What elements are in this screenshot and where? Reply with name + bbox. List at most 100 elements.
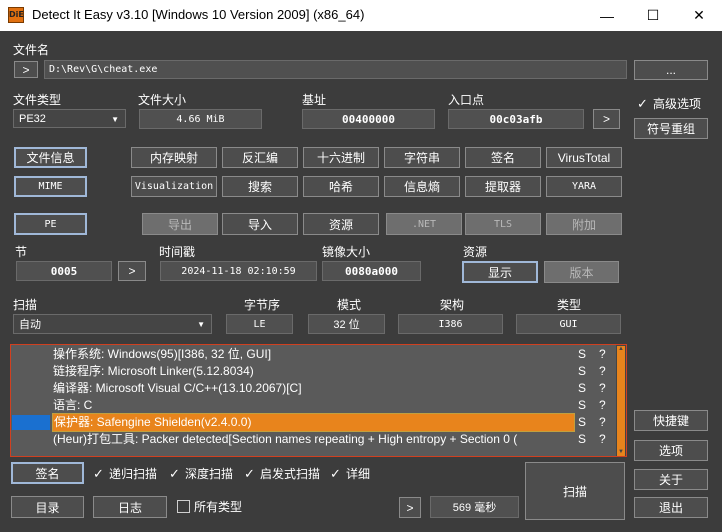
- section-go-button[interactable]: >: [118, 261, 146, 281]
- result-text: 语言: C: [53, 398, 93, 412]
- file-type-select[interactable]: PE32 ▼: [13, 109, 126, 128]
- result-info-link[interactable]: ?: [599, 431, 606, 448]
- maximize-icon[interactable]: ☐: [630, 0, 676, 31]
- resource-label: 资源: [463, 245, 488, 259]
- checkbox-empty-icon: [177, 500, 190, 513]
- heuristic-scan-checkbox[interactable]: ✓ 启发式扫描: [243, 465, 320, 482]
- result-info-link[interactable]: ?: [599, 414, 606, 431]
- scroll-thumb[interactable]: [617, 353, 625, 449]
- result-text: 保护器: Safengine Shielden(v2.4.0.0): [52, 413, 575, 432]
- type-label: 类型: [557, 298, 582, 312]
- minimize-icon[interactable]: —: [584, 0, 630, 31]
- disassembly-button[interactable]: 反汇编: [222, 147, 298, 168]
- strings-button[interactable]: 字符串: [384, 147, 460, 168]
- entry-point-field: 00c03afb: [448, 109, 584, 129]
- result-text: 链接程序: Microsoft Linker(5.12.8034): [53, 364, 254, 378]
- all-types-checkbox[interactable]: 所有类型: [177, 498, 242, 515]
- all-types-label: 所有类型: [194, 500, 243, 514]
- result-row[interactable]: 语言: C S ?: [11, 397, 626, 414]
- hex-button[interactable]: 十六进制: [303, 147, 379, 168]
- advanced-options-label: 高级选项: [653, 97, 702, 111]
- search-button[interactable]: 搜索: [222, 176, 298, 197]
- result-info-link[interactable]: ?: [599, 346, 606, 363]
- overlay-button[interactable]: 附加: [546, 213, 622, 235]
- chevron-down-icon: ▼: [111, 115, 119, 124]
- scan-mode-value: 自动: [19, 319, 41, 331]
- entry-point-go-button[interactable]: >: [593, 109, 620, 129]
- extractor-button[interactable]: 提取器: [465, 176, 541, 197]
- deep-scan-label: 深度扫描: [185, 467, 234, 481]
- mime-button[interactable]: MIME: [14, 176, 87, 197]
- result-info-link[interactable]: ?: [599, 397, 606, 414]
- signature-tool-button[interactable]: 签名: [465, 147, 541, 168]
- scan-results-list[interactable]: 操作系统: Windows(95)[I386, 32 位, GUI] S ? 链…: [10, 344, 627, 457]
- yara-button[interactable]: YARA: [546, 176, 622, 197]
- app-logo-icon: DiE: [8, 7, 24, 23]
- entropy-button[interactable]: 信息熵: [384, 176, 460, 197]
- scroll-up-icon[interactable]: ▲: [617, 346, 625, 353]
- hash-button[interactable]: 哈希: [303, 176, 379, 197]
- elapsed-time-field: 569 毫秒: [430, 496, 519, 518]
- result-info-link[interactable]: ?: [599, 380, 606, 397]
- directory-button[interactable]: 目录: [11, 496, 84, 518]
- pe-button[interactable]: PE: [14, 213, 87, 235]
- resource-show-button[interactable]: 显示: [462, 261, 538, 283]
- memory-map-button[interactable]: 内存映射: [131, 147, 217, 168]
- shortcuts-button[interactable]: 快捷键: [634, 410, 708, 431]
- scan-go-button[interactable]: >: [399, 497, 421, 518]
- recursive-scan-checkbox[interactable]: ✓ 递归扫描: [92, 465, 157, 482]
- result-signature-link[interactable]: S: [578, 397, 586, 414]
- scan-mode-select[interactable]: 自动 ▼: [13, 314, 212, 334]
- verbose-checkbox[interactable]: ✓ 详细: [329, 465, 370, 482]
- check-icon: ✓: [637, 95, 648, 111]
- about-button[interactable]: 关于: [634, 469, 708, 490]
- mode-field: 32 位: [308, 314, 385, 334]
- dotnet-button[interactable]: .NET: [386, 213, 462, 235]
- result-text: 编译器: Microsoft Visual C/C++(13.10.2067)[…: [53, 381, 302, 395]
- resources-button[interactable]: 资源: [303, 213, 379, 235]
- imports-button[interactable]: 导入: [222, 213, 298, 235]
- advanced-options-checkbox[interactable]: ✓ 高级选项: [636, 95, 701, 112]
- chevron-down-icon: ▼: [197, 320, 205, 329]
- result-signature-link[interactable]: S: [578, 363, 586, 380]
- result-signature-link[interactable]: S: [578, 346, 586, 363]
- check-icon: ✓: [330, 465, 341, 481]
- symbol-rebuild-button[interactable]: 符号重组: [634, 118, 708, 139]
- architecture-label: 架构: [440, 298, 465, 312]
- close-icon[interactable]: ✕: [676, 0, 722, 31]
- file-info-button[interactable]: 文件信息: [14, 147, 87, 168]
- browse-button[interactable]: ...: [634, 60, 708, 80]
- exports-button[interactable]: 导出: [142, 213, 218, 235]
- result-signature-link[interactable]: S: [578, 414, 586, 431]
- section-count-field: 0005: [16, 261, 112, 281]
- result-signature-link[interactable]: S: [578, 431, 586, 448]
- visualization-button[interactable]: Visualization: [131, 176, 217, 197]
- result-row[interactable]: 链接程序: Microsoft Linker(5.12.8034) S ?: [11, 363, 626, 380]
- virustotal-button[interactable]: VirusTotal: [546, 147, 622, 168]
- log-button[interactable]: 日志: [93, 496, 167, 518]
- result-text: 操作系统: Windows(95)[I386, 32 位, GUI]: [53, 347, 272, 361]
- file-size-label: 文件大小: [138, 93, 187, 107]
- scroll-down-icon[interactable]: ▼: [617, 449, 625, 456]
- mode-label: 模式: [337, 298, 362, 312]
- result-info-link[interactable]: ?: [599, 363, 606, 380]
- entry-point-label: 入口点: [448, 93, 485, 107]
- resource-version-button[interactable]: 版本: [544, 261, 619, 283]
- results-scrollbar[interactable]: ▲ ▼: [616, 345, 626, 456]
- exit-button[interactable]: 退出: [634, 497, 708, 518]
- type-field: GUI: [516, 314, 621, 334]
- file-expand-button[interactable]: >: [14, 61, 38, 78]
- result-row[interactable]: 编译器: Microsoft Visual C/C++(13.10.2067)[…: [11, 380, 626, 397]
- tls-button[interactable]: TLS: [465, 213, 541, 235]
- file-size-field: 4.66 MiB: [139, 109, 262, 129]
- file-path-field[interactable]: D:\Rev\G\cheat.exe: [44, 60, 627, 79]
- result-text: (Heur)打包工具: Packer detected[Section name…: [53, 432, 518, 446]
- scan-button[interactable]: 扫描: [525, 462, 625, 520]
- options-button[interactable]: 选项: [634, 440, 708, 461]
- result-signature-link[interactable]: S: [578, 380, 586, 397]
- result-row[interactable]: 操作系统: Windows(95)[I386, 32 位, GUI] S ?: [11, 346, 626, 363]
- signature-button[interactable]: 签名: [11, 462, 84, 484]
- result-row-selected[interactable]: 保护器: Safengine Shielden(v2.4.0.0) S ?: [11, 413, 626, 432]
- result-row[interactable]: (Heur)打包工具: Packer detected[Section name…: [11, 431, 626, 448]
- deep-scan-checkbox[interactable]: ✓ 深度扫描: [168, 465, 233, 482]
